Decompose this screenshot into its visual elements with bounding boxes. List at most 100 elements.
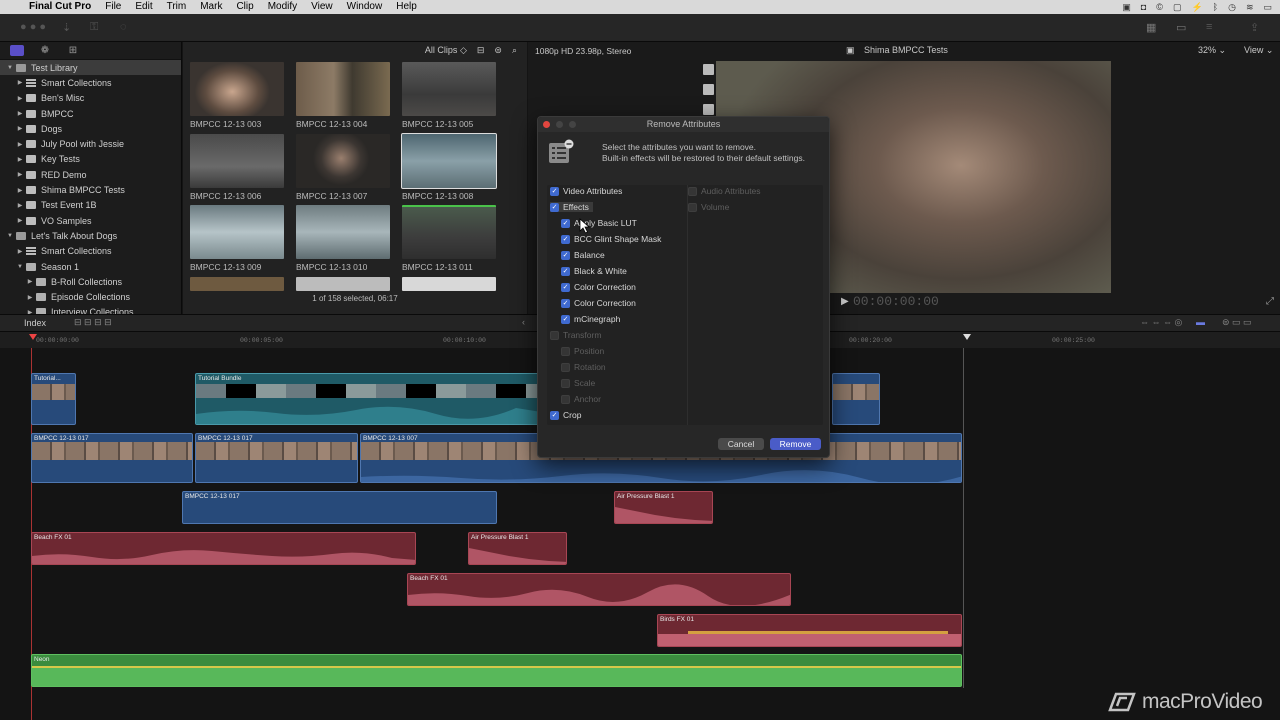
disclosure-closed-icon[interactable]: ▶: [16, 187, 24, 194]
library-row[interactable]: ▼ Test Library: [0, 60, 181, 76]
capture-icon[interactable]: ©: [1156, 2, 1163, 13]
timeline-clip-audio[interactable]: Beach FX 01: [407, 573, 791, 606]
menu-view[interactable]: View: [304, 0, 340, 14]
filmstrip-view-icon[interactable]: ⊟: [477, 45, 485, 56]
disclosure-open-icon[interactable]: ▼: [16, 264, 24, 270]
library-row[interactable]: ▶ VO Samples: [0, 213, 181, 228]
effect-checkbox[interactable]: ✓ Color Correction: [561, 282, 636, 292]
disclosure-closed-icon[interactable]: ▶: [16, 110, 24, 117]
browser-clip[interactable]: BMPCC 12-13 007: [296, 134, 390, 201]
library-row[interactable]: ▶ July Pool with Jessie: [0, 136, 181, 151]
browser-clip[interactable]: [402, 277, 496, 291]
timeline-clip-connected[interactable]: BMPCC 12-13 017: [182, 491, 497, 524]
background-tasks-icon[interactable]: ◌: [120, 21, 127, 33]
library-row[interactable]: ▶ Ben's Misc: [0, 91, 181, 106]
effect-checkbox[interactable]: ✓ Balance: [561, 250, 605, 260]
timeline-clip-primary[interactable]: BMPCC 12-13 017: [195, 433, 358, 483]
zoom-popup[interactable]: 32% ⌄: [1198, 45, 1226, 56]
library-row[interactable]: ▶ B-Roll Collections: [0, 274, 181, 289]
browser-clip[interactable]: BMPCC 12-13 010: [296, 205, 390, 272]
browser-clip[interactable]: BMPCC 12-13 008: [401, 133, 497, 201]
library-row[interactable]: ▶ Dogs: [0, 121, 181, 136]
apple-menu-icon[interactable]: [0, 0, 22, 14]
menu-file[interactable]: File: [98, 0, 128, 14]
remove-button[interactable]: Remove: [770, 438, 821, 450]
effect-checkbox[interactable]: ✓ Apply Basic LUT: [561, 218, 637, 228]
history-back-icon[interactable]: ‹: [522, 317, 525, 327]
crop-checkbox[interactable]: ✓ Crop: [550, 410, 581, 420]
disclosure-closed-icon[interactable]: ▶: [26, 294, 34, 301]
play-icon[interactable]: ▶: [841, 296, 849, 307]
timeline-clip-audio[interactable]: Birds FX 01: [657, 614, 962, 647]
disclosure-closed-icon[interactable]: ▶: [26, 278, 34, 285]
library-row[interactable]: ▶ Key Tests: [0, 152, 181, 167]
effect-checkbox[interactable]: ✓ BCC Glint Shape Mask: [561, 234, 661, 244]
timemachine-icon[interactable]: ◷: [1228, 2, 1236, 13]
search-icon[interactable]: ⌕: [512, 45, 517, 56]
timeline-clip[interactable]: [832, 373, 880, 425]
keyword-icon[interactable]: ⚿: [90, 21, 98, 34]
menu-trim[interactable]: Trim: [160, 0, 194, 14]
disclosure-closed-icon[interactable]: ▶: [16, 79, 24, 86]
disclosure-closed-icon[interactable]: ▶: [16, 156, 24, 163]
workspace-browser-icon[interactable]: ▦: [1146, 21, 1156, 34]
disclosure-closed-icon[interactable]: ▶: [16, 125, 24, 132]
menu-window[interactable]: Window: [340, 0, 390, 14]
disclosure-closed-icon[interactable]: ▶: [16, 248, 24, 255]
display-icon[interactable]: ▢: [1173, 2, 1182, 13]
bolt-icon[interactable]: ⚡: [1191, 2, 1202, 13]
workspace-timeline-icon[interactable]: ▭: [1176, 21, 1186, 34]
close-icon[interactable]: [543, 121, 550, 128]
libraries-icon[interactable]: [10, 45, 24, 56]
library-row[interactable]: ▼ Let's Talk About Dogs: [0, 228, 181, 243]
playhead-marker[interactable]: [29, 334, 37, 340]
library-row[interactable]: ▶ RED Demo: [0, 167, 181, 182]
timeline-clip-primary[interactable]: BMPCC 12-13 017: [31, 433, 193, 483]
browser-clip[interactable]: BMPCC 12-13 006: [190, 134, 284, 201]
photos-icon[interactable]: ❁: [38, 45, 52, 56]
camera-icon[interactable]: ◘: [1141, 2, 1146, 13]
timeline-clip-bundle[interactable]: Tutorial Bundle: [195, 373, 540, 425]
index-button[interactable]: Index: [24, 318, 46, 328]
view-popup[interactable]: View ⌄: [1244, 45, 1273, 56]
library-row[interactable]: ▶ Test Event 1B: [0, 198, 181, 213]
snapping-icon[interactable]: ⇔ ⇔ ⇔ ◎: [1140, 317, 1182, 328]
clip-appearance-icon[interactable]: ⊟ ⊟ ⊟ ⊟: [74, 317, 112, 328]
disclosure-closed-icon[interactable]: ▶: [16, 95, 24, 102]
library-row[interactable]: ▶ Episode Collections: [0, 289, 181, 304]
effect-checkbox[interactable]: ✓ Color Correction: [561, 298, 636, 308]
cancel-button[interactable]: Cancel: [718, 438, 764, 450]
browser-clip[interactable]: BMPCC 12-13 003: [190, 62, 284, 129]
disclosure-closed-icon[interactable]: ▶: [16, 171, 24, 178]
browser-clip[interactable]: BMPCC 12-13 005: [402, 62, 496, 129]
workspace-inspector-icon[interactable]: ≡: [1206, 21, 1212, 33]
solo-icon[interactable]: ▬: [1196, 317, 1205, 327]
browser-clip[interactable]: [296, 277, 390, 291]
disclosure-closed-icon[interactable]: ▶: [16, 202, 24, 209]
browser-clip[interactable]: BMPCC 12-13 004: [296, 62, 390, 129]
video-attributes-checkbox[interactable]: ✓ Video Attributes: [550, 186, 622, 196]
fullscreen-icon[interactable]: ⤢: [1266, 296, 1274, 307]
clip-filter-popup[interactable]: All Clips ◇: [425, 45, 467, 56]
disclosure-closed-icon[interactable]: ▶: [16, 141, 24, 148]
browser-clip[interactable]: BMPCC 12-13 009: [190, 205, 284, 272]
browser-clip[interactable]: BMPCC 12-13 011: [402, 205, 496, 272]
library-row[interactable]: ▶ Shima BMPCC Tests: [0, 182, 181, 197]
library-row[interactable]: ▶ Smart Collections: [0, 75, 181, 90]
bluetooth-icon[interactable]: ᛒ: [1213, 2, 1218, 13]
timeline-clip-audio[interactable]: Beach FX 01: [31, 532, 416, 565]
effects-checkbox[interactable]: ✓ Effects: [550, 202, 593, 212]
battery-icon[interactable]: ▭: [1263, 2, 1272, 13]
timeline-clip-title[interactable]: Tutorial...: [31, 373, 76, 425]
library-row[interactable]: ▶ Smart Collections: [0, 244, 181, 259]
library-row[interactable]: ▼ Season 1: [0, 259, 181, 274]
menu-clip[interactable]: Clip: [229, 0, 260, 14]
timeline-clip-audio[interactable]: Air Pressure Blast 1: [614, 491, 713, 524]
menu-edit[interactable]: Edit: [128, 0, 159, 14]
menu-mark[interactable]: Mark: [193, 0, 229, 14]
share-icon[interactable]: ⇪: [1250, 21, 1259, 34]
effect-checkbox[interactable]: ✓ Black & White: [561, 266, 627, 276]
disclosure-closed-icon[interactable]: ▶: [16, 217, 24, 224]
disclosure-open-icon[interactable]: ▼: [6, 65, 14, 71]
printer-icon[interactable]: ▣: [1122, 2, 1131, 13]
